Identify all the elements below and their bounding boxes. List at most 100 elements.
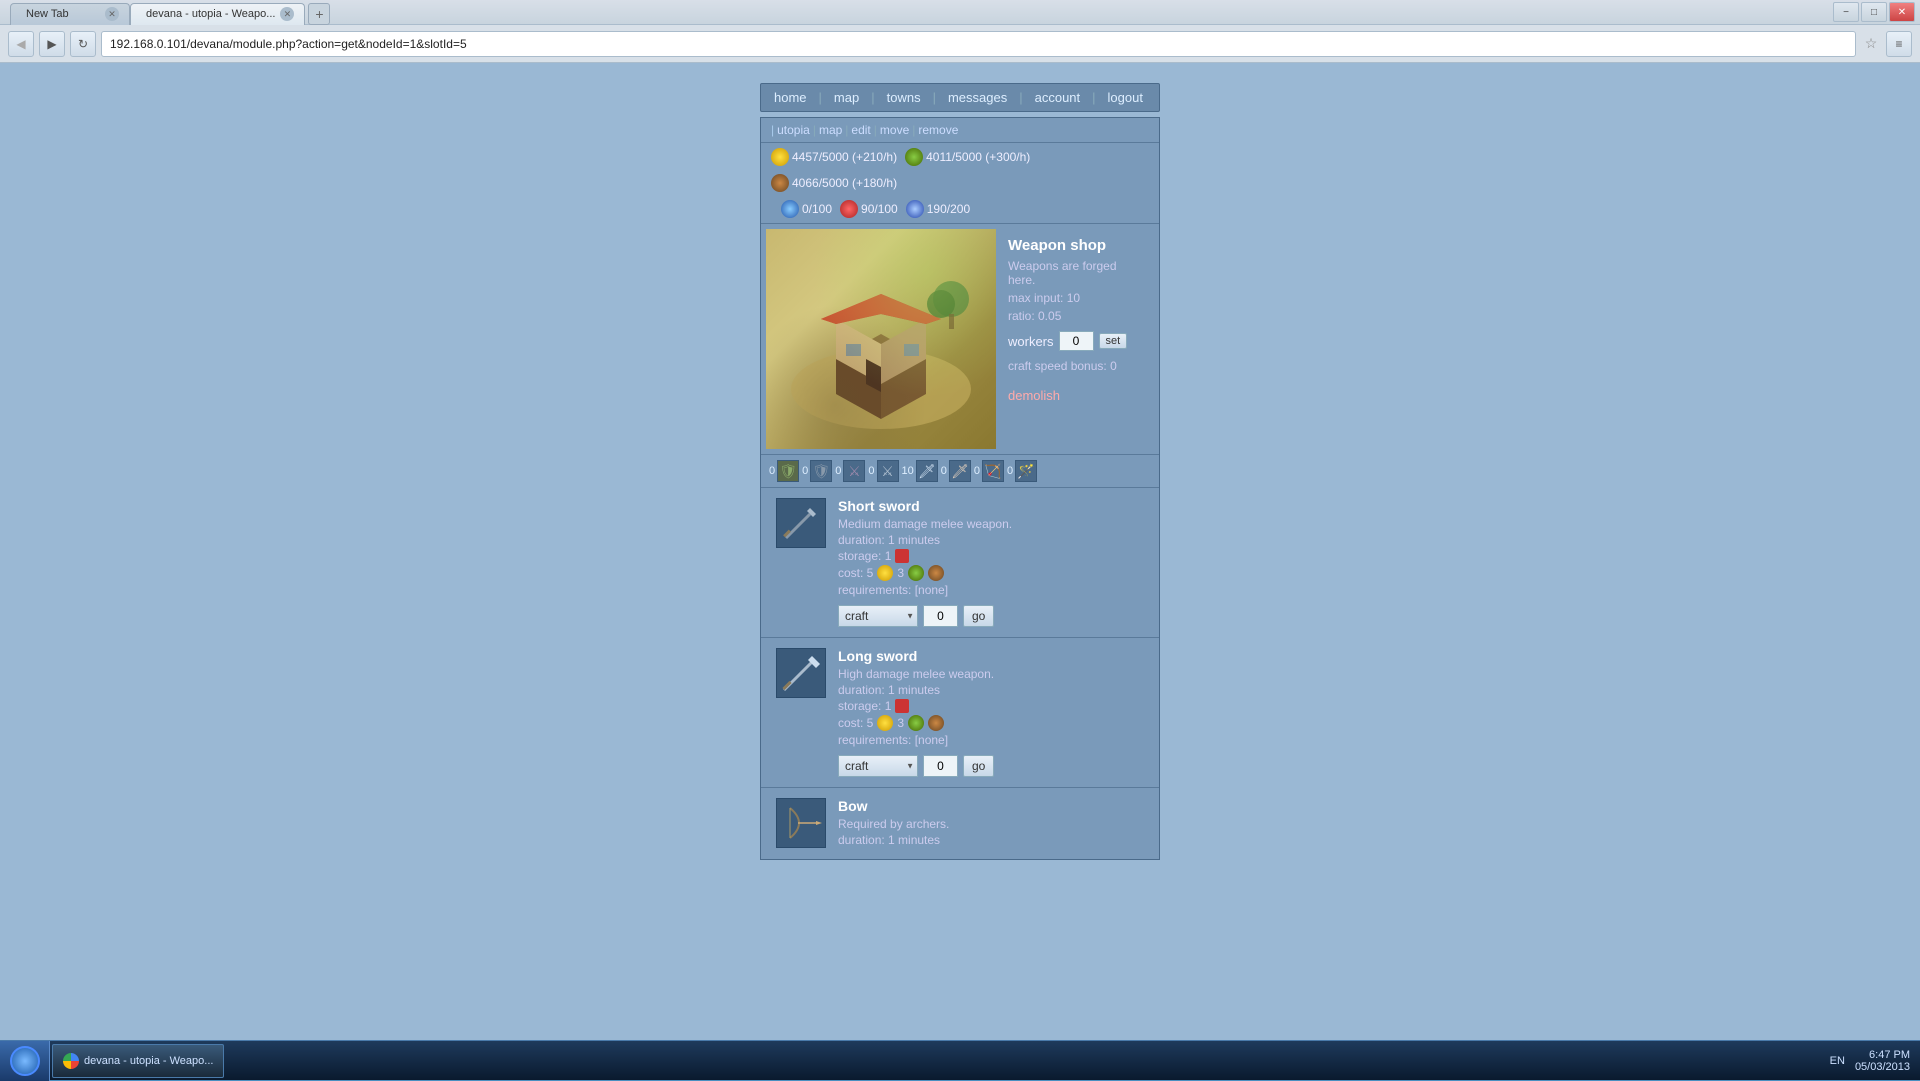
cost-food-icon-1 <box>908 565 924 581</box>
craft-mode-wrapper-2: craft dismantle ▼ <box>838 755 918 777</box>
minimize-button[interactable]: − <box>1833 2 1859 22</box>
resource-pop: 0/100 <box>781 200 832 218</box>
craft-item-shortsword: Short sword Medium damage melee weapon. … <box>761 488 1159 638</box>
storage-icon-2 <box>895 699 909 713</box>
storage-label-2: storage: 1 <box>838 699 891 713</box>
back-button[interactable]: ◀ <box>8 31 34 57</box>
wood-icon <box>771 174 789 192</box>
cost-label-2: cost: 5 <box>838 716 873 730</box>
inv-count-1: 0 <box>769 465 775 477</box>
inv-item-2: 0 🛡 <box>802 460 832 482</box>
address-bar[interactable]: 192.168.0.101/devana/module.php?action=g… <box>101 31 1856 57</box>
sub-nav-remove[interactable]: remove <box>918 123 958 137</box>
tab-newtab-close[interactable]: ✕ <box>105 7 119 21</box>
resources-bar: 4457/5000 (+210/h) 4011/5000 (+300/h) 40… <box>761 143 1159 224</box>
craft-item-desc-shortsword: Medium damage melee weapon. <box>838 517 1144 531</box>
building-image <box>766 229 996 449</box>
craft-item-name-bow: Bow <box>838 798 1144 814</box>
new-tab-button[interactable]: + <box>308 3 330 25</box>
building-max-input: max input: 10 <box>1008 291 1142 305</box>
nav-sep-5: | <box>1090 87 1097 108</box>
inv-count-7: 0 <box>974 465 980 477</box>
craft-item-cost-shortsword: cost: 5 3 <box>838 565 1144 581</box>
close-button[interactable]: ✕ <box>1889 2 1915 22</box>
craft-mode-select-1[interactable]: craft dismantle <box>838 605 918 627</box>
craft-item-duration-longsword: duration: 1 minutes <box>838 683 1144 697</box>
tab-game[interactable]: devana - utopia - Weapo... ✕ <box>130 3 305 25</box>
set-workers-button[interactable]: set <box>1099 333 1128 349</box>
craft-item-name-longsword: Long sword <box>838 648 1144 664</box>
cost-label-1: cost: 5 <box>838 566 873 580</box>
resource-health: 90/100 <box>840 200 898 218</box>
browser-tabs: New Tab ✕ devana - utopia - Weapo... ✕ + <box>5 0 1830 25</box>
nav-sep-3: | <box>931 87 938 108</box>
craft-item-desc-longsword: High damage melee weapon. <box>838 667 1144 681</box>
craft-item-icon-longsword <box>776 648 826 698</box>
craft-item-name-shortsword: Short sword <box>838 498 1144 514</box>
settings-button[interactable]: ≡ <box>1886 31 1912 57</box>
tab-newtab[interactable]: New Tab ✕ <box>10 3 130 25</box>
taskbar-items: devana - utopia - Weapo... <box>50 1041 1820 1081</box>
craft-go-button-1[interactable]: go <box>963 605 994 627</box>
forward-button[interactable]: ▶ <box>39 31 65 57</box>
nav-sep-1: | <box>817 87 824 108</box>
cost-wood-icon-2 <box>928 715 944 731</box>
start-button[interactable] <box>0 1041 50 1081</box>
resource-gold: 4457/5000 (+210/h) <box>771 148 897 166</box>
inv-icon-helm: ⚔ <box>843 460 865 482</box>
craft-item-cost-longsword: cost: 5 3 <box>838 715 1144 731</box>
reload-button[interactable]: ↻ <box>70 31 96 57</box>
main-panel: | utopia | map | edit | move | remove 44… <box>760 117 1160 860</box>
storage-icon-1 <box>895 549 909 563</box>
game-container: home | map | towns | messages | account … <box>760 83 1160 1020</box>
resource-mana: 190/200 <box>906 200 970 218</box>
inv-count-4: 0 <box>868 465 874 477</box>
craft-item-storage-longsword: storage: 1 <box>838 699 1144 713</box>
inventory-row: 0 🛡 0 🛡 0 ⚔ 0 ⚔ <box>761 454 1159 488</box>
craft-go-button-2[interactable]: go <box>963 755 994 777</box>
demolish-link[interactable]: demolish <box>1008 388 1142 403</box>
inv-icon-staff: 🪄 <box>1015 460 1037 482</box>
duration-label: duration: 1 minutes <box>838 533 940 547</box>
inv-item-4: 0 ⚔ <box>868 460 898 482</box>
inv-item-5: 10 🗡 <box>902 460 938 482</box>
inv-icon-sword2: 🗡 <box>916 460 938 482</box>
wood-value: 4066/5000 (+180/h) <box>792 176 897 190</box>
maximize-button[interactable]: □ <box>1861 2 1887 22</box>
nav-map[interactable]: map <box>826 87 867 108</box>
craft-speed-bonus: craft speed bonus: 0 <box>1008 359 1142 373</box>
craft-item-req-longsword: requirements: [none] <box>838 733 1144 747</box>
workers-input[interactable] <box>1059 331 1094 351</box>
building-ratio: ratio: 0.05 <box>1008 309 1142 323</box>
craft-item-details-longsword: Long sword High damage melee weapon. dur… <box>838 648 1144 777</box>
nav-home[interactable]: home <box>766 87 815 108</box>
nav-account[interactable]: account <box>1027 87 1089 108</box>
nav-messages[interactable]: messages <box>940 87 1015 108</box>
food-icon <box>905 148 923 166</box>
nav-sep-2: | <box>869 87 876 108</box>
craft-item-bow: Bow Required by archers. duration: 1 min… <box>761 788 1159 859</box>
craft-mode-select-2[interactable]: craft dismantle <box>838 755 918 777</box>
taskbar-item-chrome[interactable]: devana - utopia - Weapo... <box>52 1044 224 1078</box>
inv-icon-sword3: 🗡 <box>949 460 971 482</box>
req-label-2: requirements: [none] <box>838 733 948 747</box>
cost-gold-icon-1 <box>877 565 893 581</box>
workers-row: workers set <box>1008 331 1142 351</box>
sub-nav-move[interactable]: move <box>880 123 909 137</box>
sub-nav-map[interactable]: map <box>819 123 842 137</box>
nav-logout[interactable]: logout <box>1100 87 1151 108</box>
sub-nav-utopia[interactable]: utopia <box>777 123 810 137</box>
bookmark-button[interactable]: ☆ <box>1861 34 1881 54</box>
craft-qty-input-2[interactable] <box>923 755 958 777</box>
tab-game-label: devana - utopia - Weapo... <box>146 8 275 20</box>
craft-item-longsword: Long sword High damage melee weapon. dur… <box>761 638 1159 788</box>
health-value: 90/100 <box>861 202 898 216</box>
craft-item-details-bow: Bow Required by archers. duration: 1 min… <box>838 798 1144 849</box>
craft-qty-input-1[interactable] <box>923 605 958 627</box>
nav-menu: home | map | towns | messages | account … <box>760 83 1160 112</box>
nav-towns[interactable]: towns <box>879 87 929 108</box>
inv-item-6: 0 🗡 <box>941 460 971 482</box>
sub-nav-edit[interactable]: edit <box>851 123 870 137</box>
inv-item-3: 0 ⚔ <box>835 460 865 482</box>
tab-game-close[interactable]: ✕ <box>280 7 294 21</box>
